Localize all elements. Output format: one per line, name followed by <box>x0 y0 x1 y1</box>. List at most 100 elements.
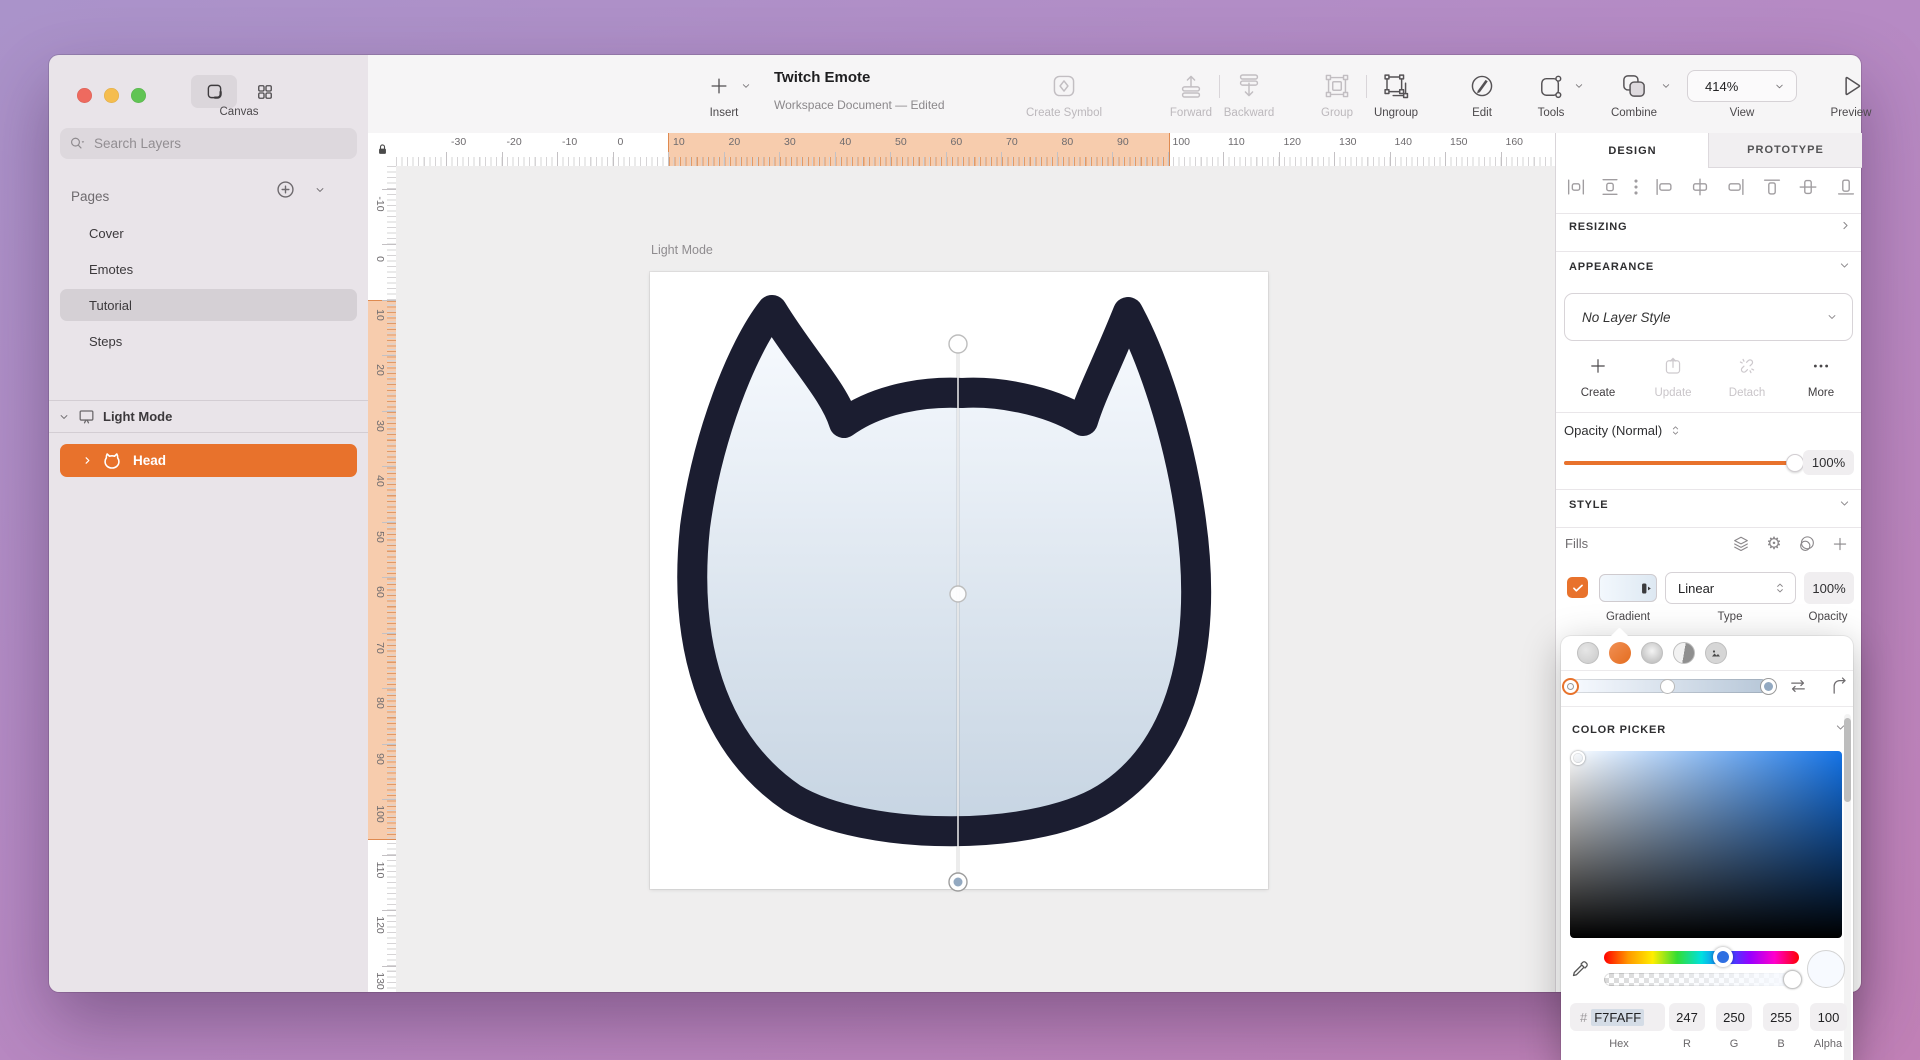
layer-style-dropdown[interactable]: No Layer Style <box>1564 293 1853 341</box>
ruler-number: 130 <box>1339 136 1357 148</box>
scrollbar-thumb[interactable] <box>1844 718 1851 802</box>
fill-opacity-value[interactable]: 100% <box>1804 572 1854 604</box>
ruler-number: 70 <box>1006 136 1018 148</box>
eyedropper-icon[interactable] <box>1570 958 1591 979</box>
fill-type-linear-gradient[interactable] <box>1609 642 1631 664</box>
alpha-field[interactable]: 100 <box>1810 1003 1847 1031</box>
rotate-gradient-icon[interactable] <box>1830 676 1850 696</box>
more-styles-icon[interactable] <box>1812 357 1830 375</box>
alpha-slider-knob[interactable] <box>1783 970 1802 989</box>
gradient-mid-handle[interactable] <box>950 586 966 602</box>
gradient-stop-end[interactable] <box>1760 678 1777 695</box>
chevron-down-icon[interactable] <box>1837 258 1852 273</box>
color-picker-header[interactable]: COLOR PICKER <box>1572 724 1666 736</box>
opacity-slider-knob[interactable] <box>1786 454 1804 472</box>
chevron-down-icon[interactable] <box>57 410 71 424</box>
fill-type-flat[interactable] <box>1577 642 1599 664</box>
saturation-selector[interactable] <box>1571 751 1585 765</box>
appearance-section-header[interactable]: APPEARANCE <box>1569 261 1654 273</box>
hex-field[interactable]: # F7FAFF <box>1570 1003 1665 1031</box>
align-alignB-icon[interactable] <box>1835 176 1857 198</box>
add-page-icon[interactable] <box>275 179 296 200</box>
page-item-steps[interactable]: Steps <box>60 325 357 357</box>
update-label: Update <box>1654 387 1691 399</box>
artboard-item-light-mode[interactable]: Light Mode <box>49 401 368 432</box>
add-fill-icon[interactable] <box>1831 535 1849 553</box>
zoom-level-dropdown[interactable]: 414% <box>1687 70 1797 102</box>
opacity-blend-control[interactable]: Opacity (Normal) <box>1564 423 1682 438</box>
canvas[interactable]: Light Mode <box>396 166 1555 992</box>
divider <box>1366 75 1367 98</box>
close-window-button[interactable] <box>77 88 92 103</box>
hue-slider-knob[interactable] <box>1713 947 1733 967</box>
combine-label: Combine <box>1611 107 1657 119</box>
artboard-title[interactable]: Light Mode <box>651 243 713 257</box>
chevron-right-icon[interactable] <box>81 454 94 467</box>
opacity-slider[interactable] <box>1564 461 1796 465</box>
alpha-slider[interactable] <box>1604 973 1799 986</box>
canvas-view-toggle[interactable] <box>191 75 237 108</box>
grid-view-toggle[interactable] <box>245 75 285 108</box>
align-distV-icon[interactable] <box>1599 176 1621 198</box>
ruler-number: 120 <box>374 914 386 936</box>
page-item-tutorial[interactable]: Tutorial <box>60 289 357 321</box>
layer-stack-icon[interactable] <box>1732 535 1751 554</box>
gradient-stop-middle[interactable] <box>1660 679 1675 694</box>
resizing-section-header[interactable]: RESIZING <box>1569 221 1627 233</box>
align-distH-icon[interactable] <box>1565 176 1587 198</box>
pages-collapse-icon[interactable] <box>313 183 327 197</box>
ruler-tick <box>1001 152 1002 166</box>
detach-label: Detach <box>1729 387 1765 399</box>
green-field[interactable]: 250 <box>1716 1003 1752 1031</box>
gradient-type-dropdown[interactable]: Linear <box>1665 572 1796 604</box>
fill-type-pattern[interactable] <box>1705 642 1727 664</box>
align-alignR-icon[interactable] <box>1725 176 1747 198</box>
ruler-number: 40 <box>374 470 386 492</box>
create-style-icon[interactable] <box>1588 356 1608 376</box>
align-alignT-icon[interactable] <box>1761 176 1783 198</box>
align-alignMV-icon[interactable] <box>1797 176 1819 198</box>
gradient-stop-start[interactable] <box>1562 678 1579 695</box>
blue-field[interactable]: 255 <box>1763 1003 1799 1031</box>
tab-design[interactable]: DESIGN <box>1556 133 1709 168</box>
minimize-window-button[interactable] <box>104 88 119 103</box>
current-color-well <box>1807 950 1845 988</box>
g-label: G <box>1730 1038 1739 1050</box>
maximize-window-button[interactable] <box>131 88 146 103</box>
reverse-gradient-icon[interactable] <box>1788 676 1808 696</box>
search-icon <box>68 135 86 153</box>
hue-slider[interactable] <box>1604 951 1799 964</box>
page-item-emotes[interactable]: Emotes <box>60 253 357 285</box>
stepper-icon[interactable] <box>1669 424 1682 437</box>
search-input[interactable] <box>92 135 326 152</box>
tab-prototype[interactable]: PROTOTYPE <box>1708 133 1862 168</box>
hex-label: Hex <box>1609 1038 1629 1050</box>
ruler-tick <box>382 688 396 689</box>
search-layers-field[interactable] <box>60 128 357 159</box>
blend-icon[interactable] <box>1798 535 1817 554</box>
ruler-lock-corner[interactable] <box>368 133 397 167</box>
fill-type-radial-gradient[interactable] <box>1641 642 1663 664</box>
ruler-number: 20 <box>729 136 741 148</box>
align-alignL-icon[interactable] <box>1653 176 1675 198</box>
page-item-cover[interactable]: Cover <box>60 217 357 249</box>
document-title: Twitch Emote <box>774 69 870 86</box>
opacity-value[interactable]: 100% <box>1803 450 1854 475</box>
gear-icon[interactable]: ⚙ <box>1766 534 1781 554</box>
layer-item-head[interactable]: Head <box>60 444 357 477</box>
red-field[interactable]: 247 <box>1669 1003 1705 1031</box>
align-alignCH-icon[interactable] <box>1689 176 1711 198</box>
saturation-brightness-field[interactable] <box>1570 751 1842 938</box>
hex-value[interactable]: F7FAFF <box>1591 1009 1644 1026</box>
fill-gradient-swatch[interactable] <box>1599 574 1657 602</box>
gradient-start-handle[interactable] <box>949 335 967 353</box>
chevron-down-icon[interactable] <box>1837 496 1852 511</box>
ruler-number: 100 <box>1173 136 1191 148</box>
fill-enabled-checkbox[interactable] <box>1567 577 1588 598</box>
align-dotsV-icon[interactable] <box>1625 176 1647 198</box>
chevron-right-icon[interactable] <box>1838 218 1853 233</box>
ruler-number: 130 <box>374 970 386 992</box>
fill-type-angular-gradient[interactable] <box>1673 642 1695 664</box>
stop-dot <box>1764 682 1773 691</box>
style-section-header[interactable]: STYLE <box>1569 499 1608 511</box>
